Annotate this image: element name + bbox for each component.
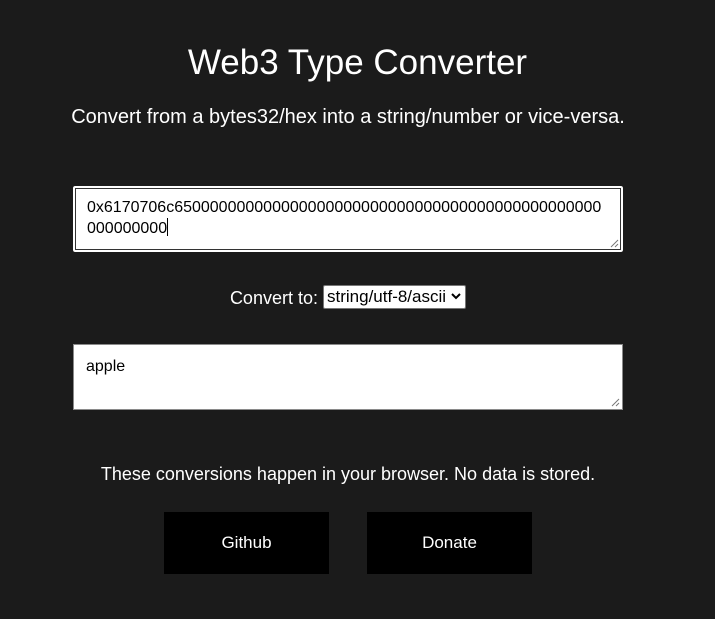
text-caret: [167, 218, 169, 236]
convert-label: Convert to:: [229, 288, 318, 308]
github-button[interactable]: Github: [164, 512, 329, 574]
output-field[interactable]: apple: [73, 344, 623, 410]
privacy-note: These conversions happen in your browser…: [100, 464, 596, 484]
hex-input-value: 0x6170706c650000000000000000000000000000…: [87, 199, 602, 237]
convert-type-select[interactable]: string/utf-8/ascii: [323, 285, 467, 310]
resize-grip-icon[interactable]: [609, 238, 619, 248]
convert-row: Convert to: string/utf-8/ascii: [0, 285, 696, 311]
page-title: Web3 Type Converter: [187, 43, 528, 82]
page-subtitle: Convert from a bytes32/hex into a string…: [71, 106, 625, 128]
convert-type-value: string/utf-8/ascii: [327, 287, 447, 307]
output-value: apple: [86, 358, 126, 375]
hex-input[interactable]: 0x6170706c650000000000000000000000000000…: [72, 185, 624, 253]
chevron-down-icon: [451, 293, 461, 300]
resize-grip-icon[interactable]: [610, 397, 620, 407]
donate-button[interactable]: Donate: [367, 512, 532, 574]
